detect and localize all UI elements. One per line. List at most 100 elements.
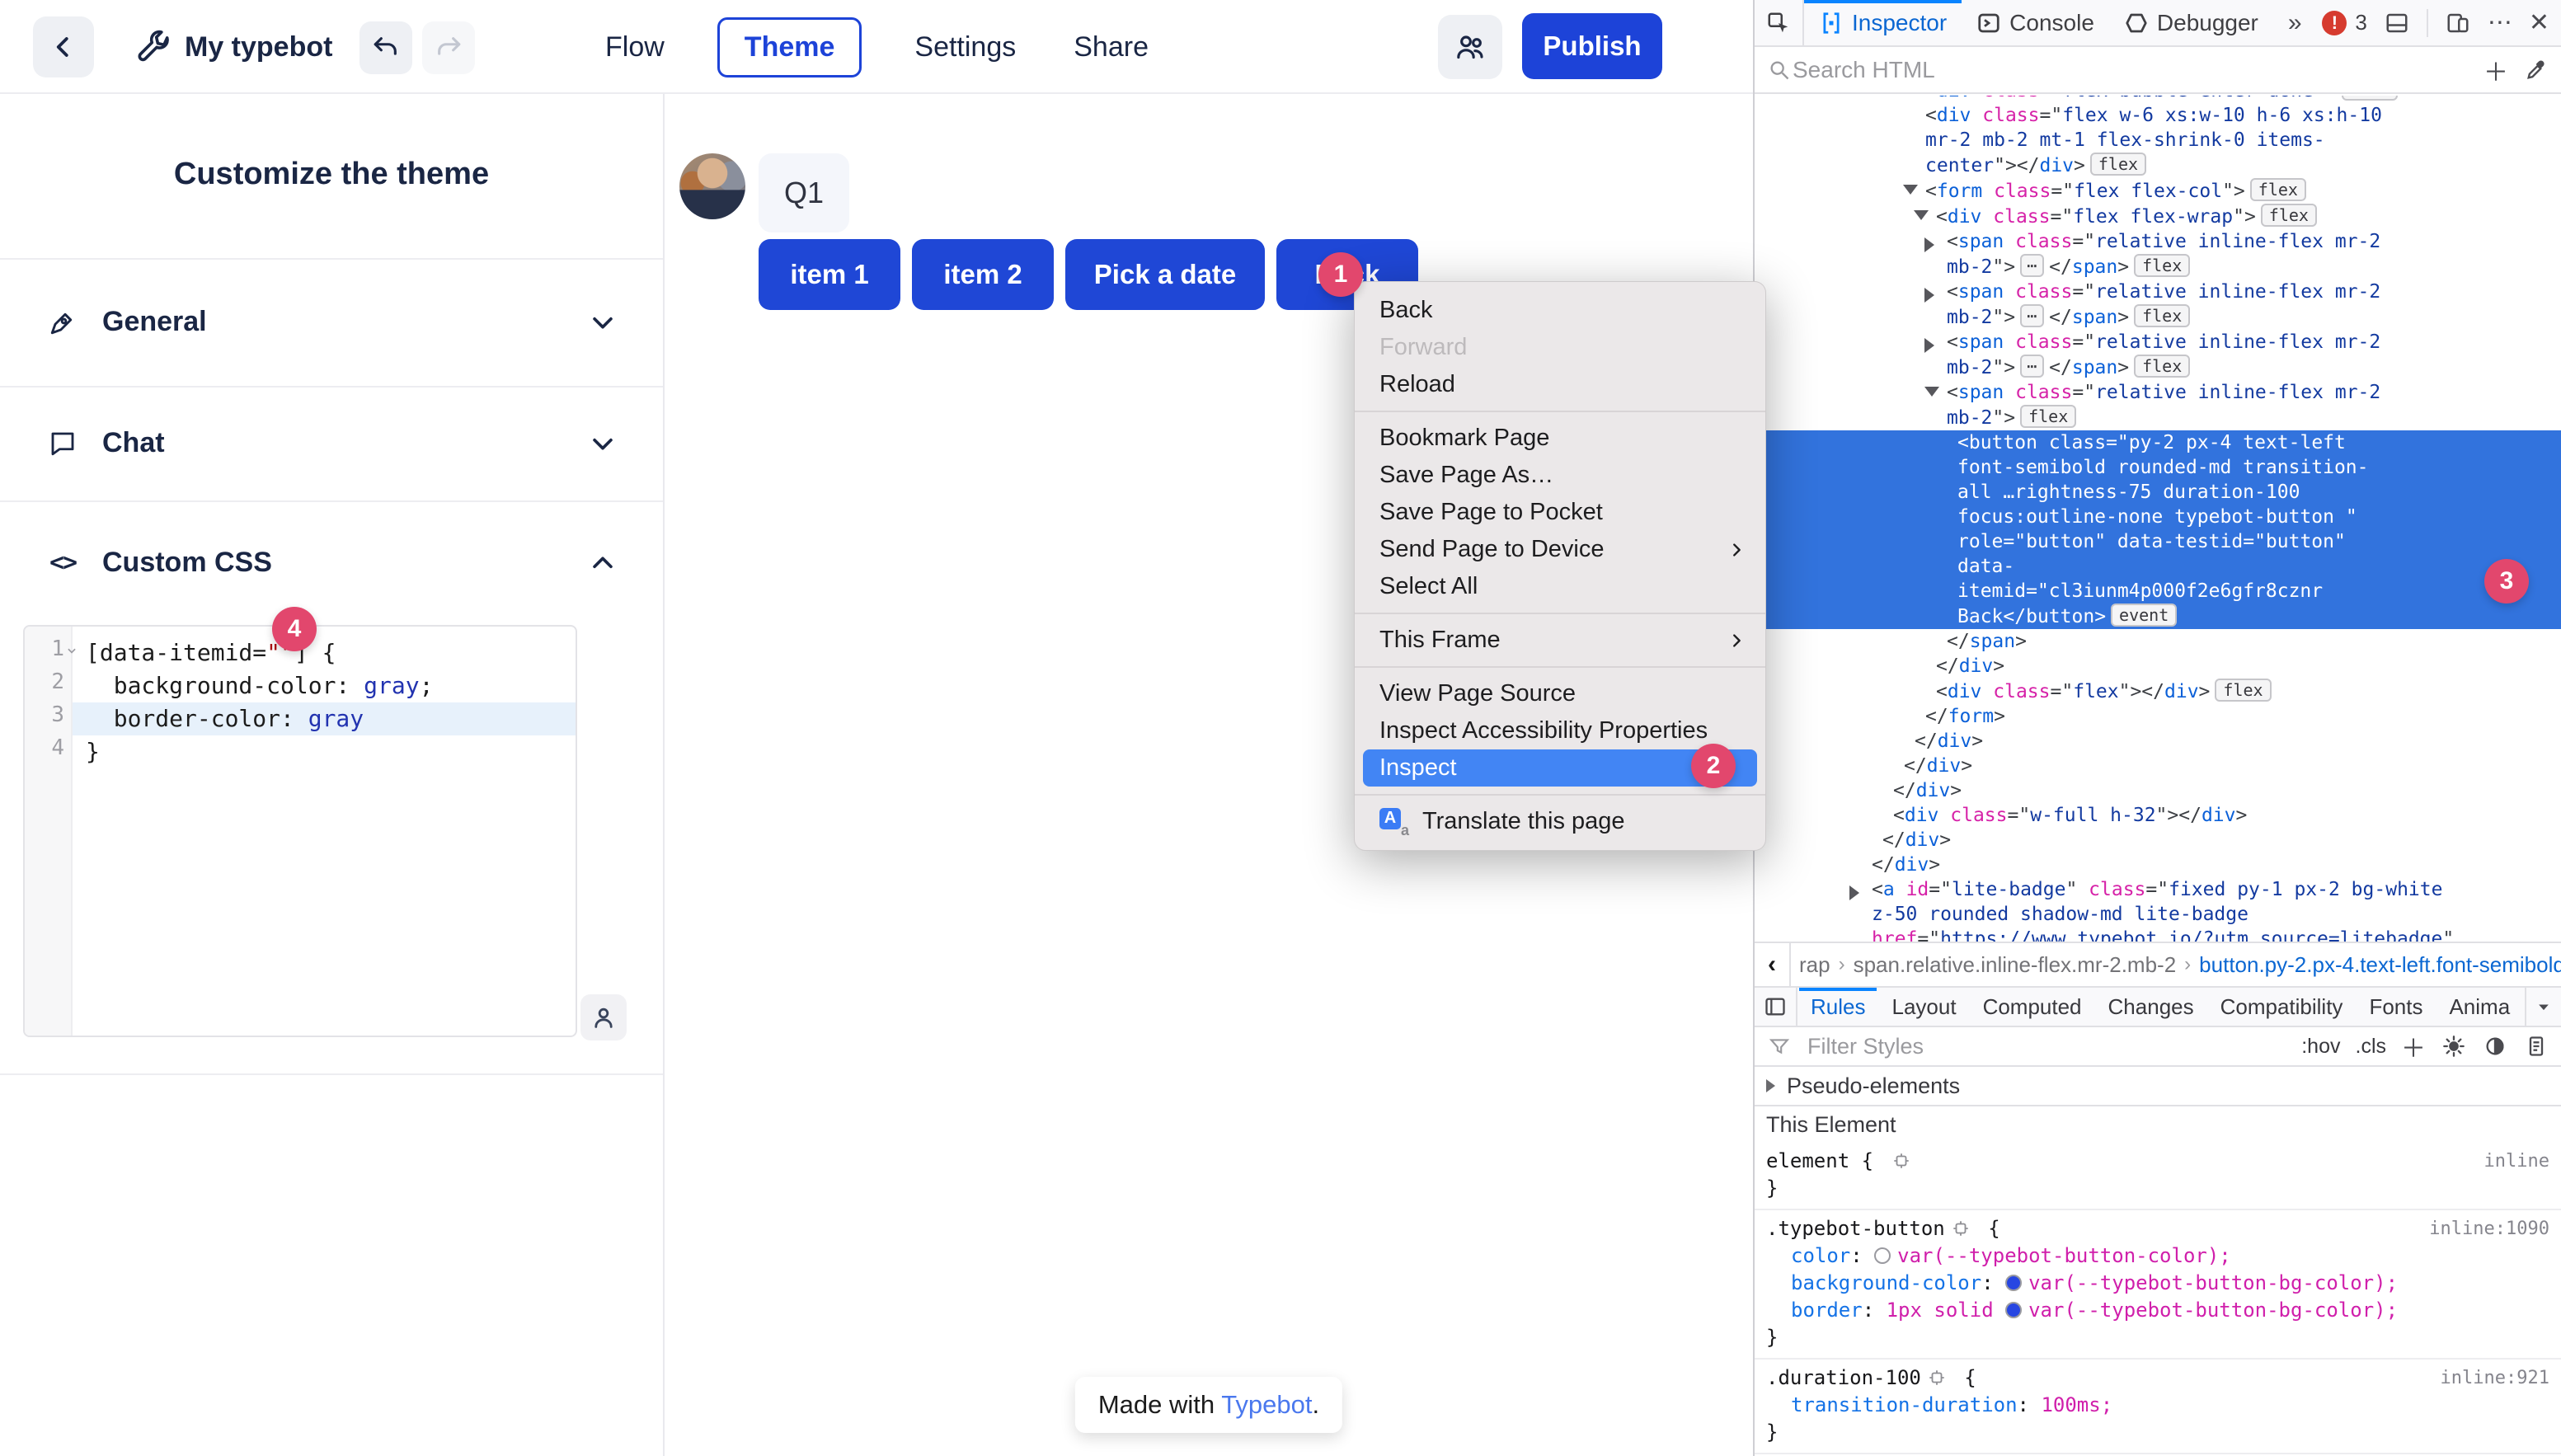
menu-item-back[interactable]: Back	[1355, 292, 1765, 329]
wrench-icon[interactable]	[135, 28, 173, 66]
flex-badge[interactable]: flex	[2342, 96, 2398, 101]
breadcrumb-item[interactable]: rap	[1791, 952, 1839, 978]
tab-share[interactable]: Share	[1069, 20, 1154, 75]
choice-button-pick-a-date[interactable]: Pick a date	[1065, 239, 1265, 310]
rule-location[interactable]: inline:1090	[2429, 1219, 2549, 1239]
code-line[interactable]: }	[73, 735, 576, 768]
tree-node[interactable]: <div class="flex w-6 xs:w-10 h-6 xs:h-10…	[1755, 103, 2561, 178]
redo-button[interactable]	[422, 21, 475, 74]
tree-node[interactable]: <div class="flex bubble enter-done">flex	[1755, 96, 2561, 103]
menu-item-save-page-as-[interactable]: Save Page As…	[1355, 457, 1765, 494]
flex-badge[interactable]: flex	[2261, 204, 2317, 227]
eyedropper-icon[interactable]	[2523, 57, 2549, 83]
sidebar-section-chat[interactable]: Chat	[0, 386, 663, 500]
expand-arrow-icon[interactable]	[1924, 237, 1934, 252]
made-with-typebot-badge[interactable]: Made with Typebot.	[1075, 1377, 1342, 1433]
document-icon[interactable]	[2523, 1033, 2549, 1059]
pick-element-button[interactable]	[1755, 0, 1802, 45]
publish-button[interactable]: Publish	[1522, 13, 1662, 79]
typebot-title[interactable]: My typebot	[185, 0, 332, 94]
breadcrumb-item[interactable]: button.py-2.px-4.text-left.font-semibold…	[2191, 952, 2561, 978]
menu-item-forward[interactable]: Forward	[1355, 329, 1765, 366]
contrast-icon[interactable]	[2482, 1033, 2508, 1059]
tree-node[interactable]: <form class="flex flex-col">flex	[1755, 178, 2561, 204]
menu-item-inspect-accessibility-properties[interactable]: Inspect Accessibility Properties	[1355, 712, 1765, 749]
class-toggle[interactable]: .cls	[2356, 1035, 2387, 1059]
code-line[interactable]: border-color: gray	[73, 702, 576, 735]
panel-tabs-dropdown[interactable]	[2525, 988, 2561, 1026]
rule-location[interactable]: inline:921	[2441, 1368, 2549, 1388]
tree-node[interactable]: <div class="flex flex-wrap">flex	[1755, 204, 2561, 229]
css-declaration[interactable]: background-color: var(--typebot-button-b…	[1791, 1270, 2561, 1297]
responsive-mode-icon[interactable]	[2445, 10, 2471, 36]
highlight-selector-icon[interactable]	[1892, 1152, 1910, 1170]
color-swatch[interactable]	[2005, 1275, 2022, 1291]
devtools-tab-inspector[interactable]: Inspector	[1804, 0, 1962, 45]
devtools-close-button[interactable]: ✕	[2529, 8, 2549, 37]
typebot-brand-link[interactable]: Typebot	[1221, 1390, 1312, 1419]
hover-toggle[interactable]: :hov	[2301, 1035, 2340, 1059]
css-declaration[interactable]: border: 1px solid var(--typebot-button-b…	[1791, 1297, 2561, 1324]
tree-node[interactable]: <div class="flex"></div>flex	[1755, 679, 2561, 704]
color-swatch[interactable]	[2005, 1302, 2022, 1318]
sidebar-section-custom-css[interactable]: <>Custom CSS	[0, 500, 663, 625]
undo-button[interactable]	[359, 21, 412, 74]
tab-flow[interactable]: Flow	[600, 20, 670, 75]
add-node-button[interactable]: ＋	[2483, 52, 2508, 88]
more-tabs-button[interactable]: »	[2273, 0, 2317, 45]
panel-tab-rules[interactable]: Rules	[1797, 988, 1878, 1026]
menu-item-view-page-source[interactable]: View Page Source	[1355, 675, 1765, 712]
color-swatch[interactable]	[1874, 1247, 1891, 1264]
split-console-icon[interactable]	[2384, 10, 2410, 36]
flex-badge[interactable]: flex	[2020, 405, 2076, 428]
tree-node[interactable]: <a id="lite-badge" class="fixed py-1 px-…	[1755, 877, 2561, 942]
menu-item-this-frame[interactable]: This Frame	[1355, 622, 1765, 659]
menu-item-reload[interactable]: Reload	[1355, 366, 1765, 403]
flex-badge[interactable]: flex	[2134, 355, 2190, 378]
menu-item-send-page-to-device[interactable]: Send Page to Device	[1355, 531, 1765, 568]
code-line[interactable]: background-color: gray;	[73, 669, 576, 702]
flex-badge[interactable]: flex	[2134, 304, 2190, 327]
tree-node[interactable]: <button class="py-2 px-4 text-left font-…	[1755, 430, 2561, 629]
expand-arrow-icon[interactable]	[1924, 338, 1934, 353]
rule-location[interactable]: inline	[2484, 1151, 2549, 1172]
menu-item-select-all[interactable]: Select All	[1355, 568, 1765, 605]
rule-selector[interactable]: .typebot-button	[1766, 1217, 1945, 1240]
preview-user-button[interactable]	[580, 994, 627, 1040]
css-declaration[interactable]: color: var(--typebot-button-color);	[1791, 1242, 2561, 1270]
dock-sidebar-icon[interactable]	[1755, 988, 1797, 1026]
collapse-arrow-icon[interactable]	[1903, 185, 1918, 195]
flex-badge[interactable]: flex	[2134, 254, 2190, 277]
expand-arrow-icon[interactable]	[1849, 885, 1859, 900]
css-rule[interactable]: inlineelement { }	[1755, 1143, 2561, 1210]
flex-badge[interactable]: flex	[2250, 178, 2306, 201]
add-rule-button[interactable]: ＋	[2401, 1028, 2426, 1064]
menu-item-translate-this-page[interactable]: AaTranslate this page	[1355, 803, 1765, 840]
devtools-tab-debugger[interactable]: Debugger	[2109, 0, 2273, 45]
choice-button-item-1[interactable]: item 1	[759, 239, 900, 310]
tree-node[interactable]: </div>	[1755, 828, 2561, 852]
css-rule[interactable]: inline:1090.typebot-button {color: var(-…	[1755, 1210, 2561, 1360]
tab-theme[interactable]: Theme	[717, 17, 862, 77]
collapse-arrow-icon[interactable]	[1924, 387, 1939, 397]
custom-css-editor[interactable]: 1234 [data-itemid=""] { background-color…	[23, 625, 577, 1037]
tree-node[interactable]: <span class="relative inline-flex mr-2 m…	[1755, 229, 2561, 279]
sun-icon[interactable]	[2441, 1033, 2467, 1059]
menu-item-bookmark-page[interactable]: Bookmark Page	[1355, 420, 1765, 457]
tree-node[interactable]: <span class="relative inline-flex mr-2 m…	[1755, 380, 2561, 430]
breadcrumb-item[interactable]: span.relative.inline-flex.mr-2.mb-2	[1845, 952, 2185, 978]
tree-node[interactable]: </div>	[1755, 654, 2561, 679]
highlight-selector-icon[interactable]	[1952, 1219, 1970, 1238]
tree-node[interactable]: </div>	[1755, 754, 2561, 778]
expand-arrow-icon[interactable]	[1924, 288, 1934, 303]
collapse-arrow-icon[interactable]	[1914, 210, 1929, 220]
tree-node[interactable]: </form>	[1755, 704, 2561, 729]
panel-tab-compatibility[interactable]: Compatibility	[2207, 988, 2357, 1026]
pseudo-elements-toggle[interactable]: Pseudo-elements	[1755, 1067, 2561, 1106]
event-badge[interactable]: event	[2111, 604, 2177, 627]
devtools-tab-console[interactable]: Console	[1962, 0, 2109, 45]
menu-item-save-page-to-pocket[interactable]: Save Page to Pocket	[1355, 494, 1765, 531]
collapsed-content-pill[interactable]: ⋯	[2020, 254, 2044, 277]
sidebar-section-general[interactable]: General	[0, 258, 663, 386]
collaborators-button[interactable]	[1438, 15, 1502, 79]
